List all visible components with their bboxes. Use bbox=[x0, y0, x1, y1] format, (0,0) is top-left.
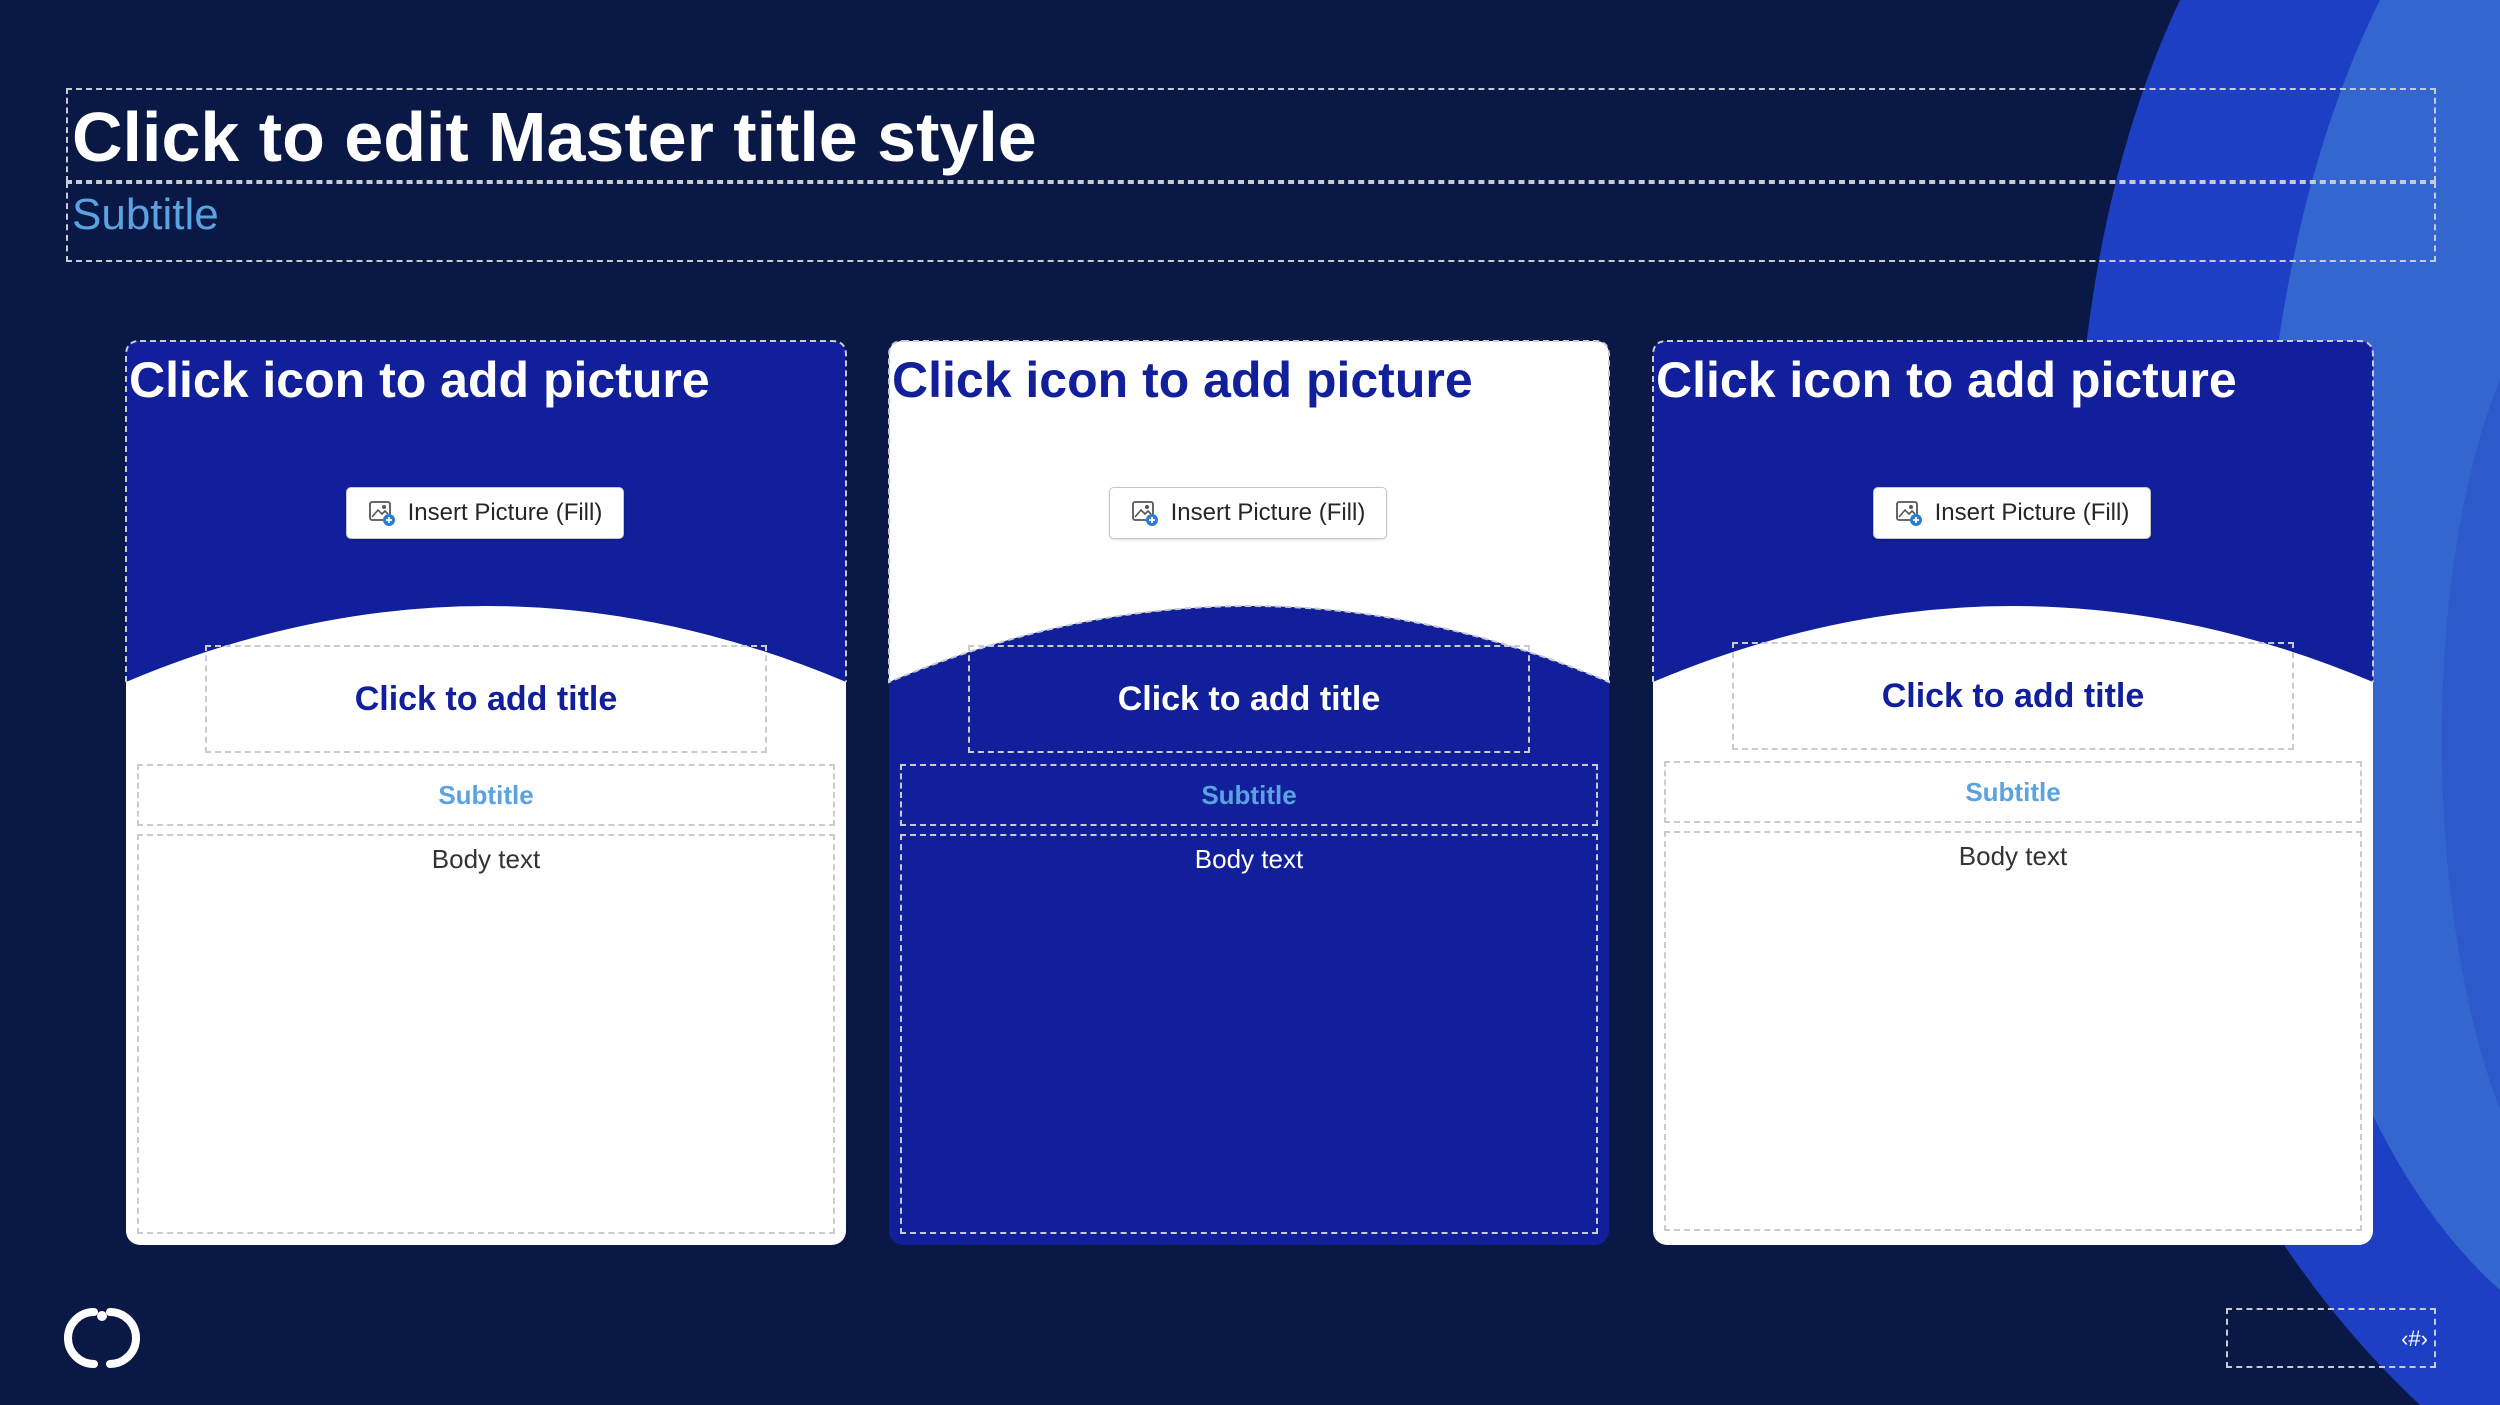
card-title[interactable]: Click to add title bbox=[1118, 680, 1381, 719]
card-body-text[interactable]: Body text bbox=[139, 844, 833, 875]
slide-canvas: Click to edit Master title style Subtitl… bbox=[0, 0, 2500, 1405]
picture-caption[interactable]: Click icon to add picture bbox=[129, 350, 710, 410]
card-3: Click icon to add picture Insert Picture… bbox=[1652, 340, 2374, 1246]
brand-logo-icon bbox=[64, 1308, 140, 1368]
card-subtitle-placeholder[interactable]: Subtitle bbox=[1664, 761, 2362, 823]
picture-caption[interactable]: Click icon to add picture bbox=[1656, 350, 2237, 410]
insert-picture-label: Insert Picture (Fill) bbox=[407, 499, 603, 526]
insert-picture-button[interactable]: Insert Picture (Fill) bbox=[1873, 487, 2151, 539]
insert-picture-label: Insert Picture (Fill) bbox=[1934, 499, 2130, 526]
card-title-placeholder[interactable]: Click to add title bbox=[1732, 642, 2294, 750]
card-1: Click icon to add picture Insert Picture… bbox=[125, 340, 847, 1246]
card-title[interactable]: Click to add title bbox=[1882, 677, 2145, 716]
card-body-placeholder[interactable]: Body text bbox=[1664, 831, 2362, 1231]
card-subtitle-placeholder[interactable]: Subtitle bbox=[137, 764, 835, 826]
card-body-placeholder[interactable]: Body text bbox=[900, 834, 1598, 1234]
insert-picture-icon bbox=[1895, 501, 1922, 526]
insert-picture-icon bbox=[1131, 501, 1158, 526]
picture-caption[interactable]: Click icon to add picture bbox=[892, 350, 1473, 410]
page-number[interactable]: ‹#› bbox=[2401, 1326, 2428, 1352]
card-subtitle[interactable]: Subtitle bbox=[1201, 780, 1296, 811]
master-title-placeholder[interactable]: Click to edit Master title style bbox=[66, 88, 2436, 182]
insert-picture-label: Insert Picture (Fill) bbox=[1170, 499, 1366, 526]
card-body-text[interactable]: Body text bbox=[1666, 841, 2360, 872]
master-subtitle[interactable]: Subtitle bbox=[72, 184, 219, 246]
insert-picture-button[interactable]: Insert Picture (Fill) bbox=[1109, 487, 1387, 539]
page-number-placeholder[interactable]: ‹#› bbox=[2226, 1308, 2436, 1368]
card-title[interactable]: Click to add title bbox=[355, 680, 618, 719]
card-title-placeholder[interactable]: Click to add title bbox=[205, 645, 767, 753]
card-subtitle[interactable]: Subtitle bbox=[1965, 777, 2060, 808]
card-body-placeholder[interactable]: Body text bbox=[137, 834, 835, 1234]
card-subtitle[interactable]: Subtitle bbox=[438, 780, 533, 811]
card-body-text[interactable]: Body text bbox=[902, 844, 1596, 875]
insert-picture-button[interactable]: Insert Picture (Fill) bbox=[346, 487, 624, 539]
card-2: Click icon to add picture Insert Picture… bbox=[888, 340, 1610, 1246]
card-subtitle-placeholder[interactable]: Subtitle bbox=[900, 764, 1598, 826]
master-title[interactable]: Click to edit Master title style bbox=[72, 90, 1037, 184]
insert-picture-icon bbox=[368, 501, 395, 526]
master-subtitle-placeholder[interactable]: Subtitle bbox=[66, 182, 2436, 262]
card-title-placeholder[interactable]: Click to add title bbox=[968, 645, 1530, 753]
